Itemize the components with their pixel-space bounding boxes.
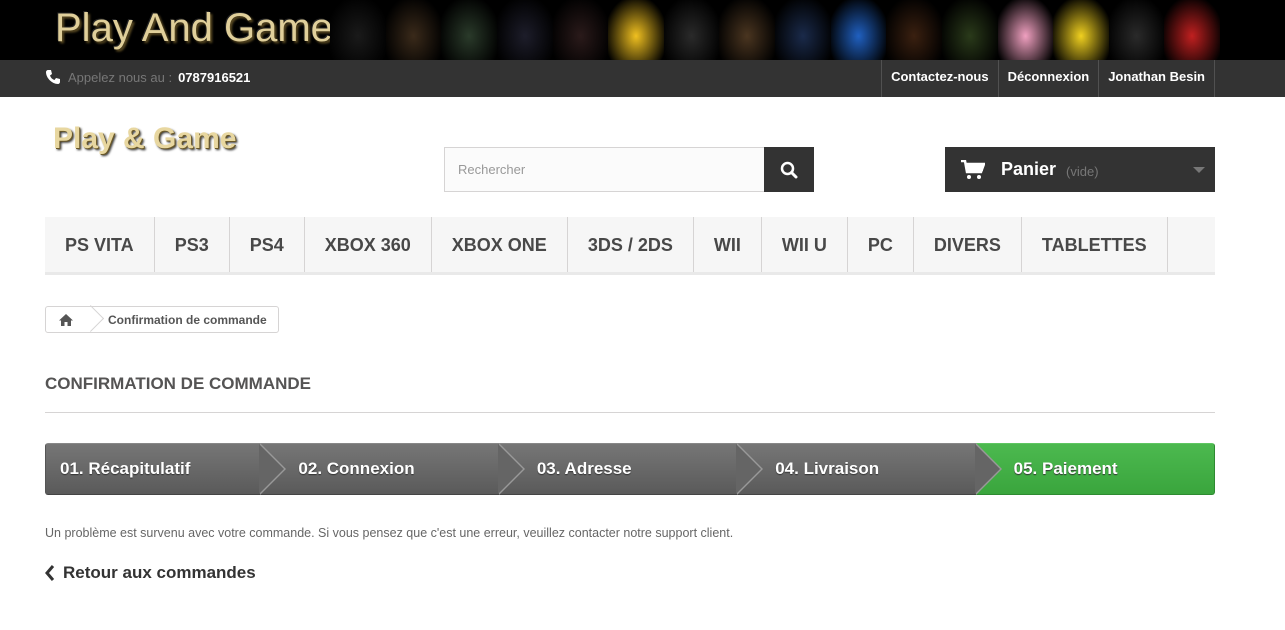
step-summary: 01. Récapitulatif: [45, 443, 287, 495]
search-input[interactable]: [444, 147, 764, 192]
step-arrow: [259, 443, 287, 495]
banner-art-block: [1053, 0, 1109, 60]
breadcrumb-separator: [86, 307, 98, 332]
step-payment: 05. Paiement: [975, 443, 1216, 495]
cart-button[interactable]: Panier (vide): [945, 147, 1215, 192]
step-label: 03. Adresse: [536, 459, 632, 478]
step-label: 05. Paiement: [1013, 459, 1118, 478]
menu-item-ps4[interactable]: PS4: [230, 217, 305, 272]
menu-item-wii-u[interactable]: WII U: [762, 217, 848, 272]
chevron-left-icon: [45, 565, 55, 581]
back-to-orders-link[interactable]: Retour aux commandes: [45, 563, 256, 583]
menu-item-divers[interactable]: DIVERS: [914, 217, 1022, 272]
menu-item-3ds-2ds[interactable]: 3DS / 2DS: [568, 217, 694, 272]
banner-art-block: [552, 0, 609, 60]
order-error-message: Un problème est survenu avec votre comma…: [45, 526, 734, 540]
banner-art-block: [719, 0, 775, 60]
breadcrumb-current: Confirmation de commande: [108, 312, 267, 327]
banner-art-block: [997, 0, 1054, 60]
menu-item-wii[interactable]: WII: [694, 217, 762, 272]
banner-art-block: [775, 0, 831, 60]
site-logo[interactable]: Play & Game: [53, 122, 236, 156]
order-steps: 01. Récapitulatif 02. Connexion 03. Adre…: [45, 443, 1216, 495]
logout-link[interactable]: Déconnexion: [997, 60, 1099, 97]
banner-art-block: [886, 0, 942, 60]
home-icon: [59, 313, 73, 326]
banner-art-block: [1108, 0, 1165, 60]
banner-art-block: [496, 0, 553, 60]
step-address: 03. Adresse: [498, 443, 764, 495]
step-shipping: 04. Livraison: [737, 443, 1002, 495]
phone-info: Appelez nous au : 0787916521: [45, 69, 250, 85]
search-button[interactable]: [764, 147, 814, 192]
banner-art-block: [830, 0, 887, 60]
menu-item-ps3[interactable]: PS3: [155, 217, 230, 272]
step-label: 04. Livraison: [775, 459, 880, 478]
banner-art-block: [1164, 0, 1220, 60]
banner-artwork: [330, 0, 1220, 60]
menu-item-pc[interactable]: PC: [848, 217, 914, 272]
step-arrow: [497, 443, 525, 495]
back-link-label: Retour aux commandes: [63, 563, 256, 582]
breadcrumb: Confirmation de commande: [45, 306, 279, 333]
banner-art-block: [941, 0, 998, 60]
contact-link[interactable]: Contactez-nous: [881, 60, 998, 97]
step-label: 01. Récapitulatif: [60, 459, 191, 478]
top-nav-bar: Appelez nous au : 0787916521 Contactez-n…: [0, 60, 1285, 97]
top-links: Contactez-nous Déconnexion Jonathan Besi…: [881, 60, 1215, 97]
menu-item-xbox-one[interactable]: XBOX ONE: [432, 217, 568, 272]
banner-art-block: [663, 0, 720, 60]
cart-label: Panier: [1001, 159, 1057, 179]
phone-number: 0787916521: [178, 69, 251, 85]
category-menu: PS VITA PS3 PS4 XBOX 360 XBOX ONE 3DS / …: [45, 217, 1215, 275]
cart-icon: [961, 159, 985, 179]
banner-art-block: [608, 0, 664, 60]
step-login: 02. Connexion: [260, 443, 525, 495]
menu-item-ps-vita[interactable]: PS VITA: [45, 217, 155, 272]
step-arrow: [974, 443, 1002, 495]
step-arrow: [736, 443, 764, 495]
step-label: 02. Connexion: [298, 459, 415, 478]
menu-item-xbox-360[interactable]: XBOX 360: [305, 217, 432, 272]
banner-art-block: [330, 0, 386, 60]
chevron-down-icon: [1193, 167, 1205, 173]
banner-art-block: [441, 0, 497, 60]
account-link[interactable]: Jonathan Besin: [1098, 60, 1215, 97]
site-banner: Play And Game: [0, 0, 1285, 60]
cart-status: (vide): [1066, 163, 1099, 179]
menu-item-tablettes[interactable]: TABLETTES: [1022, 217, 1168, 272]
phone-icon: [46, 70, 60, 84]
banner-title: Play And Game: [55, 6, 333, 50]
banner-art-block: [385, 0, 442, 60]
search-form: [444, 147, 814, 192]
page-title: Confirmation de commande: [45, 374, 1215, 413]
phone-label: Appelez nous au :: [68, 69, 173, 85]
search-icon: [780, 161, 798, 178]
